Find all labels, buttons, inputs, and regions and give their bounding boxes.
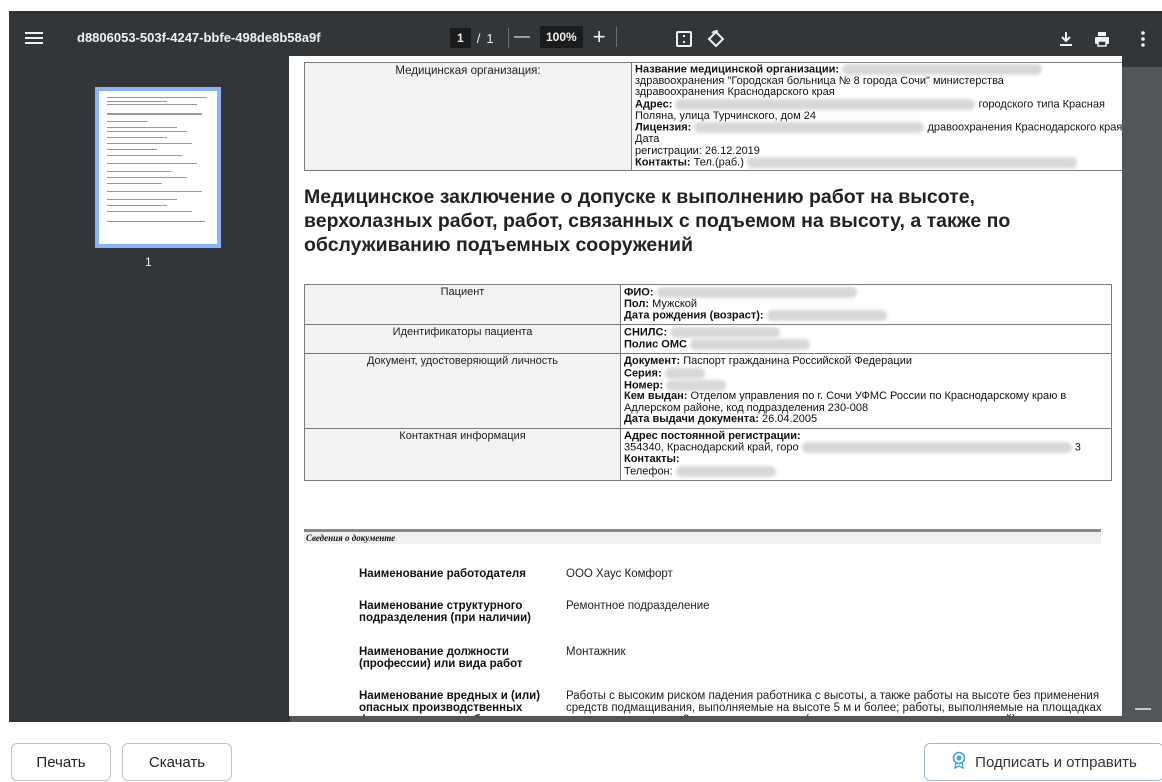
org-contacts-label: Контакты: <box>635 156 691 169</box>
patient-table: Пациент ФИО: Пол: Мужской Дата рождения … <box>304 283 1112 481</box>
info-row: Наименование структурного подразделения … <box>359 600 1106 624</box>
org-name-label: Название медицинской организации: <box>635 63 840 76</box>
reg-address-tail: 3 <box>1074 441 1081 454</box>
issued-by-value: Отделом управления по г. Сочи УФМС Росси… <box>624 390 1067 414</box>
zoom-controls: — 100% + <box>514 26 617 48</box>
scrollbar-thumb[interactable] <box>1135 708 1151 710</box>
info-key: Наименование должности (профессии) или в… <box>359 646 523 670</box>
certificate-icon <box>951 751 967 773</box>
redacted-field <box>694 122 925 134</box>
sign-and-send-button[interactable]: Подписать и отправить <box>924 743 1162 781</box>
info-value: ООО Хаус Комфорт <box>566 568 673 580</box>
redacted-field <box>666 379 727 391</box>
contact-info-label: Контактная информация <box>304 427 621 481</box>
thumbnail-page-number: 1 <box>145 255 152 269</box>
fit-page-icon[interactable] <box>674 29 694 49</box>
issue-date-value: 26.04.2005 <box>762 413 818 426</box>
org-contacts-text: Тел.(раб.) <box>693 156 744 169</box>
redacted-field <box>842 64 1043 75</box>
rotate-icon[interactable] <box>706 29 726 49</box>
reg-address-label: Адрес постоянной регистрации: <box>624 429 801 442</box>
scrollbar[interactable] <box>1131 67 1162 722</box>
info-value: Монтажник <box>566 646 626 658</box>
download-icon[interactable] <box>1056 29 1076 49</box>
thumbnail-sidebar: 1 <box>9 67 290 722</box>
organization-table: Медицинская организация: Название медици… <box>304 61 1122 172</box>
info-value: Работы с высоким риском падения работник… <box>566 690 1102 716</box>
document-type-value: Паспорт гражданина Российской Федерации <box>683 355 912 368</box>
org-address-text-2: Поляна, улица Турчинского, дом 24 <box>635 109 817 122</box>
page-thumbnail[interactable] <box>95 87 221 248</box>
page-indicator: 1 / 1 <box>450 28 509 48</box>
download-button[interactable]: Скачать <box>122 743 232 781</box>
sex-label: Пол: <box>624 297 650 310</box>
page-total: 1 <box>486 30 494 46</box>
info-key: Наименование вредных и (или) опасных про… <box>359 690 541 716</box>
redacted-field <box>766 310 887 322</box>
org-address-label: Адрес: <box>635 98 673 111</box>
reg-address-value: 354340, Краснодарский край, горо <box>624 441 799 454</box>
sex-value: Мужской <box>652 297 698 310</box>
redacted-field <box>690 339 811 351</box>
zoom-level-input[interactable]: 100% <box>540 26 583 48</box>
toolbar-divider <box>615 27 617 47</box>
menu-icon[interactable] <box>25 29 45 49</box>
redacted-field <box>675 98 976 110</box>
redacted-field <box>664 367 705 379</box>
redacted-field <box>801 442 1072 454</box>
toolbar-divider <box>507 28 509 48</box>
org-name-text-2: здравоохранения Краснодарского края <box>635 86 835 99</box>
info-key: Наименование работодателя <box>359 568 526 580</box>
number-label: Номер: <box>624 378 664 391</box>
contacts-label: Контакты: <box>624 453 680 466</box>
redacted-field <box>670 327 781 339</box>
org-license-label: Лицензия: <box>635 121 692 134</box>
identity-document-label: Документ, удостоверяющий личность <box>304 353 621 429</box>
info-key: Наименование структурного подразделения … <box>359 600 531 624</box>
organization-label: Медицинская организация: <box>304 61 632 172</box>
fio-label: ФИО: <box>624 286 654 299</box>
more-options-icon[interactable] <box>1133 29 1153 49</box>
redacted-field <box>656 287 857 298</box>
zoom-in-button[interactable]: + <box>593 26 606 48</box>
org-license-text-2: регистрации: 26.12.2019 <box>635 144 760 157</box>
redacted-field <box>675 465 776 477</box>
page-number-input[interactable]: 1 <box>450 28 471 48</box>
info-row: Наименование работодателя ООО Хаус Комфо… <box>359 568 1106 580</box>
issue-date-label: Дата выдачи документа: <box>624 413 759 426</box>
info-row: Наименование вредных и (или) опасных про… <box>359 690 1106 716</box>
org-address-text: городского типа Красная <box>978 98 1105 111</box>
zoom-out-button[interactable]: — <box>514 26 530 48</box>
org-name-text: здравоохранения "Городская больница № 8 … <box>635 74 1004 87</box>
snils-label: СНИЛС: <box>624 326 668 339</box>
sign-and-send-label: Подписать и отправить <box>975 753 1137 771</box>
patient-ids-label: Идентификаторы пациента <box>304 324 621 355</box>
info-value: Ремонтное подразделение <box>566 600 710 612</box>
pdf-page: Медицинская организация: Название медици… <box>289 56 1122 716</box>
oms-label: Полис ОМС <box>624 338 687 351</box>
patient-label: Пациент <box>304 283 621 326</box>
document-type-label: Документ: <box>624 355 681 368</box>
redacted-field <box>746 157 1077 169</box>
page-separator: / <box>476 30 481 46</box>
section-title: Сведения о документе <box>304 532 1101 544</box>
phone-label: Телефон: <box>624 465 673 478</box>
file-title: d8806053-503f-4247-bbfe-498de8b58a9f <box>77 30 321 45</box>
print-icon[interactable] <box>1092 29 1112 49</box>
issued-by-label: Кем выдан: <box>624 390 688 403</box>
dob-label: Дата рождения (возраст): <box>624 309 764 322</box>
series-label: Серия: <box>624 367 662 380</box>
document-title: Медицинское заключение о допуске к выпол… <box>304 186 1011 256</box>
info-row: Наименование должности (профессии) или в… <box>359 646 1106 670</box>
print-button[interactable]: Печать <box>11 743 111 781</box>
